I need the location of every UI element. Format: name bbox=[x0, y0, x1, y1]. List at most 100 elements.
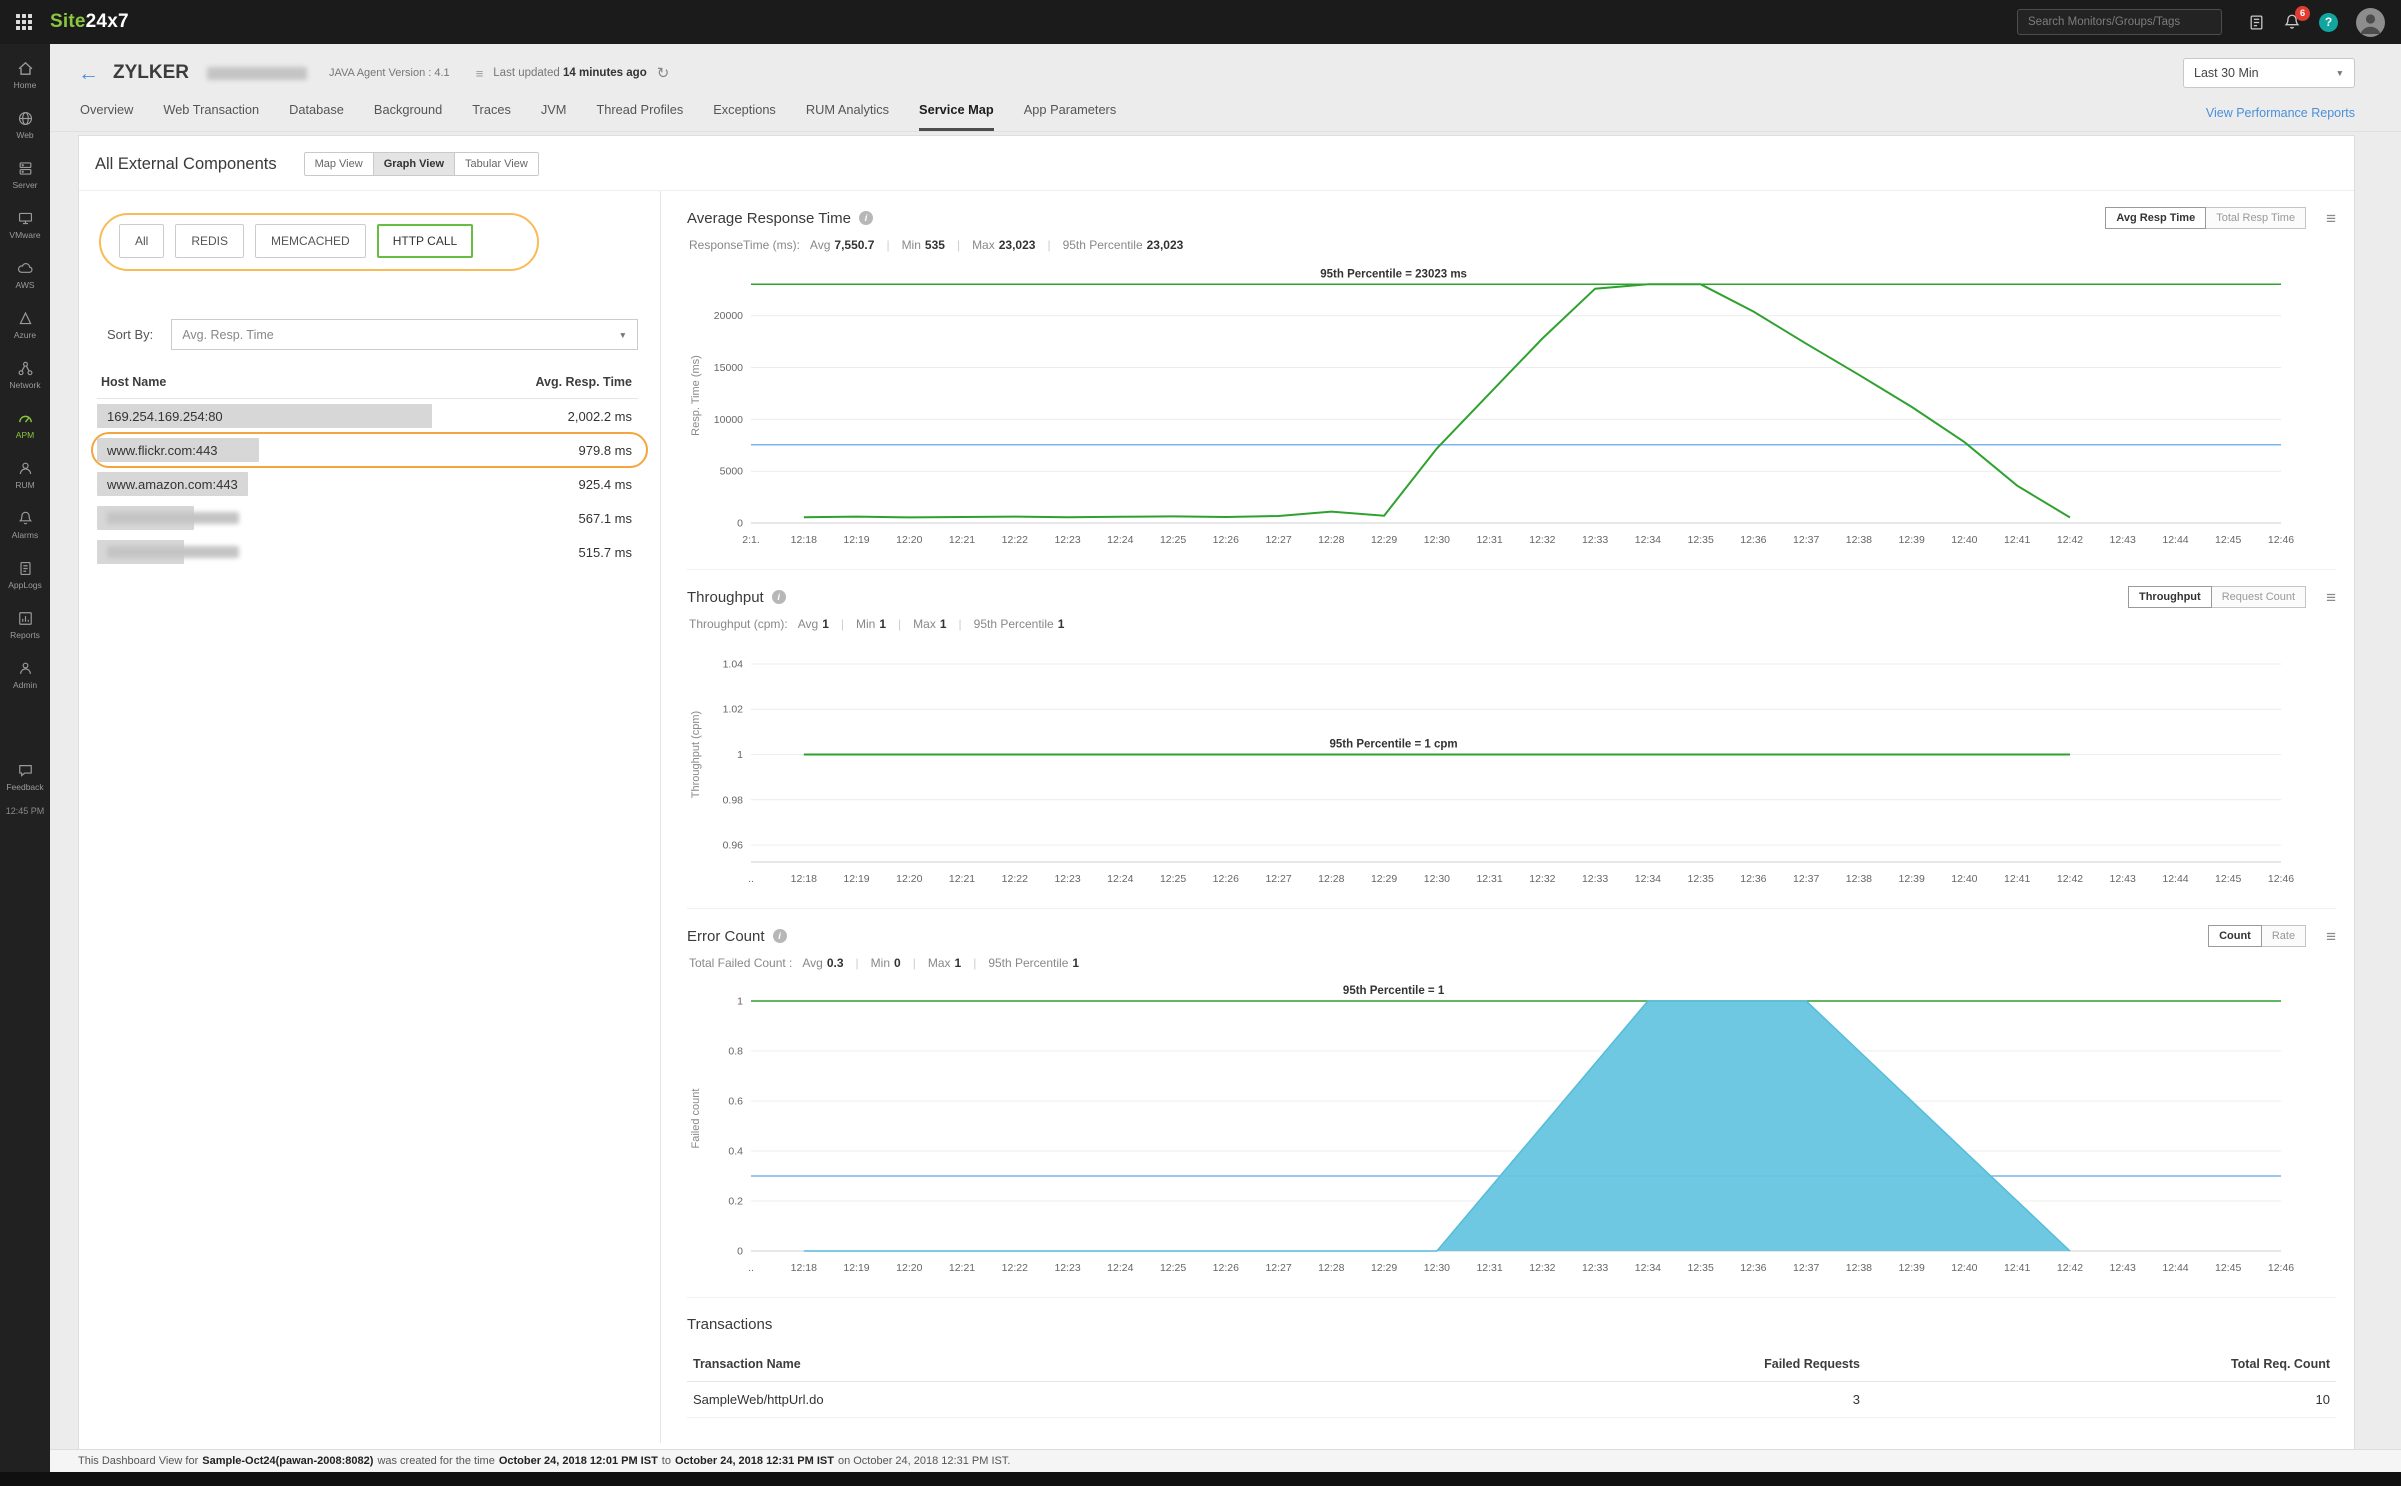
sort-by-select[interactable]: Avg. Resp. Time ▼ bbox=[171, 319, 638, 350]
chart-header: Throughput i Throughput Request Count ≡ bbox=[687, 586, 2336, 608]
view-button-map-view[interactable]: Map View bbox=[303, 152, 374, 176]
alarms-icon bbox=[17, 510, 34, 527]
svg-text:12:39: 12:39 bbox=[1899, 873, 1925, 885]
svg-text:12:28: 12:28 bbox=[1318, 1262, 1344, 1274]
sidebar-item-feedback[interactable]: Feedback bbox=[0, 752, 50, 802]
svg-text:12:46: 12:46 bbox=[2268, 1262, 2294, 1274]
svg-text:12:22: 12:22 bbox=[1002, 1262, 1028, 1274]
tab-thread-profiles[interactable]: Thread Profiles bbox=[596, 102, 683, 131]
sidebar-item-home[interactable]: Home bbox=[8, 50, 42, 100]
toggle-rate[interactable]: Rate bbox=[2260, 925, 2307, 947]
toggle-count[interactable]: Count bbox=[2208, 925, 2262, 947]
tab-service-map[interactable]: Service Map bbox=[919, 102, 994, 131]
view-button-graph-view[interactable]: Graph View bbox=[372, 152, 456, 176]
toggle-throughput[interactable]: Throughput bbox=[2127, 586, 2212, 608]
help-icon[interactable]: ? bbox=[2319, 12, 2338, 32]
refresh-icon[interactable]: ↻ bbox=[657, 66, 670, 81]
svg-text:12:18: 12:18 bbox=[791, 873, 817, 885]
sidebar-item-apm[interactable]: APM bbox=[8, 400, 42, 450]
host-response-time: 515.7 ms bbox=[578, 544, 632, 560]
chart-title: Average Response Time bbox=[687, 209, 851, 227]
tab-database[interactable]: Database bbox=[289, 102, 344, 131]
sidebar-item-azure[interactable]: Azure bbox=[8, 300, 42, 350]
host-row[interactable]: 515.7 ms bbox=[97, 535, 638, 569]
view-button-tabular-view[interactable]: Tabular View bbox=[454, 152, 539, 176]
toggle-avg-resp-time[interactable]: Avg Resp Time bbox=[2105, 207, 2207, 229]
site24x7-logo[interactable]: Site24x7 bbox=[50, 11, 129, 33]
svg-text:12:27: 12:27 bbox=[1265, 1262, 1291, 1274]
svg-text:12:24: 12:24 bbox=[1107, 1262, 1133, 1274]
chart-menu-icon[interactable]: ≡ bbox=[2326, 210, 2336, 227]
svg-text:12:37: 12:37 bbox=[1793, 873, 1819, 885]
tab-web-transaction[interactable]: Web Transaction bbox=[163, 102, 259, 131]
sidebar-item-applogs[interactable]: AppLogs bbox=[8, 550, 42, 600]
chart-title: Throughput bbox=[687, 588, 764, 606]
svg-text:12:38: 12:38 bbox=[1846, 1262, 1872, 1274]
user-avatar[interactable] bbox=[2356, 7, 2385, 37]
last-updated-text: Last updated 14 minutes ago bbox=[493, 67, 647, 79]
filter-button-redis[interactable]: REDIS bbox=[175, 224, 245, 258]
chart-menu-icon[interactable]: ≡ bbox=[2326, 928, 2336, 945]
svg-text:12:20: 12:20 bbox=[896, 534, 922, 546]
svg-text:12:39: 12:39 bbox=[1899, 1262, 1925, 1274]
notifications-bell-icon[interactable]: 6 bbox=[2283, 6, 2310, 31]
search-input[interactable] bbox=[2017, 9, 2222, 35]
svg-text:12:25: 12:25 bbox=[1160, 873, 1186, 885]
tab-traces[interactable]: Traces bbox=[472, 102, 511, 131]
svg-text:12:25: 12:25 bbox=[1160, 534, 1186, 546]
svg-text:15000: 15000 bbox=[714, 362, 743, 374]
svg-text:1: 1 bbox=[737, 749, 743, 761]
svg-text:12:41: 12:41 bbox=[2004, 873, 2030, 885]
back-arrow-icon[interactable]: ← bbox=[78, 63, 99, 84]
web-icon bbox=[17, 110, 34, 127]
host-row[interactable]: www.flickr.com:443 979.8 ms bbox=[91, 432, 648, 468]
sidebar-item-server[interactable]: Server bbox=[8, 150, 42, 200]
tab-rum-analytics[interactable]: RUM Analytics bbox=[806, 102, 889, 131]
chart-menu-icon[interactable]: ≡ bbox=[2326, 589, 2336, 606]
transactions-table-header: Transaction Name Failed Requests Total Req… bbox=[687, 1347, 2336, 1382]
svg-text:12:42: 12:42 bbox=[2057, 1262, 2083, 1274]
info-icon[interactable]: i bbox=[771, 590, 786, 604]
host-table-header: Host Name Avg. Resp. Time bbox=[97, 366, 638, 399]
filter-button-memcached[interactable]: MEMCACHED bbox=[255, 224, 366, 258]
sidebar-item-network[interactable]: Network bbox=[8, 350, 42, 400]
svg-text:12:40: 12:40 bbox=[1951, 873, 1977, 885]
host-row[interactable]: 567.1 ms bbox=[97, 501, 638, 535]
app-grid-icon[interactable] bbox=[16, 14, 32, 30]
azure-icon bbox=[17, 310, 34, 327]
tab-app-parameters[interactable]: App Parameters bbox=[1024, 102, 1116, 131]
sidebar-item-web[interactable]: Web bbox=[8, 100, 42, 150]
view-performance-reports-link[interactable]: View Performance Reports bbox=[2206, 106, 2355, 131]
sidebar-item-aws[interactable]: AWS bbox=[8, 250, 42, 300]
svg-text:12:46: 12:46 bbox=[2268, 873, 2294, 885]
tab-background[interactable]: Background bbox=[374, 102, 442, 131]
announcements-icon[interactable] bbox=[2248, 14, 2265, 31]
tab-overview[interactable]: Overview bbox=[80, 102, 133, 131]
svg-text:12:42: 12:42 bbox=[2057, 534, 2083, 546]
svg-text:12:45: 12:45 bbox=[2215, 873, 2241, 885]
svg-text:12:27: 12:27 bbox=[1265, 873, 1291, 885]
feedback-icon bbox=[17, 762, 34, 779]
info-icon[interactable]: i bbox=[858, 211, 873, 225]
filter-button-http-call[interactable]: HTTP CALL bbox=[376, 224, 474, 258]
sidebar-item-vmware[interactable]: VMware bbox=[8, 200, 42, 250]
tab-jvm[interactable]: JVM bbox=[541, 102, 567, 131]
svg-text:12:43: 12:43 bbox=[2110, 873, 2136, 885]
toggle-total-resp-time[interactable]: Total Resp Time bbox=[2205, 207, 2307, 229]
toggle-request-count[interactable]: Request Count bbox=[2210, 586, 2307, 608]
sidebar-item-admin[interactable]: Admin bbox=[8, 650, 42, 700]
time-range-select[interactable]: Last 30 Min ▼ bbox=[2183, 58, 2355, 88]
tab-exceptions[interactable]: Exceptions bbox=[713, 102, 776, 131]
sidebar-item-reports[interactable]: Reports bbox=[8, 600, 42, 650]
chart-toggle-group: Throughput Request Count bbox=[2127, 586, 2307, 608]
vmware-icon bbox=[17, 210, 34, 227]
info-icon[interactable]: i bbox=[772, 929, 787, 943]
filter-button-all[interactable]: All bbox=[119, 224, 165, 258]
host-row[interactable]: www.amazon.com:443 925.4 ms bbox=[97, 467, 638, 501]
sidebar-item-alarms[interactable]: Alarms bbox=[8, 500, 42, 550]
host-row[interactable]: 169.254.169.254:80 2,002.2 ms bbox=[97, 399, 638, 433]
svg-text:12:31: 12:31 bbox=[1476, 534, 1502, 546]
sidebar-item-rum[interactable]: RUM bbox=[8, 450, 42, 500]
transaction-row[interactable]: SampleWeb/httpUrl.do 3 10 bbox=[687, 1382, 2336, 1418]
svg-text:12:30: 12:30 bbox=[1424, 534, 1450, 546]
